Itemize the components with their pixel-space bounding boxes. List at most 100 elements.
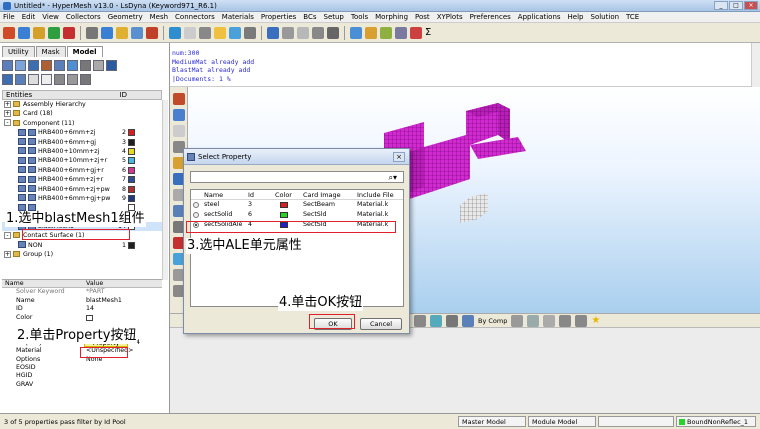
menu-item-19[interactable]: TCE xyxy=(626,12,639,22)
expand-toggle-icon[interactable]: + xyxy=(4,250,11,258)
tab-model[interactable]: Model xyxy=(66,46,103,57)
shaded-icon[interactable] xyxy=(430,314,442,327)
component-visibility-icon[interactable] xyxy=(28,194,36,202)
menu-item-0[interactable]: File xyxy=(3,12,15,22)
view-options-icon[interactable] xyxy=(543,314,556,327)
toolbar-button-icon[interactable] xyxy=(267,26,279,39)
toolbar-button-icon[interactable] xyxy=(297,26,309,39)
tree-row[interactable]: NON 1 xyxy=(2,241,162,250)
toolbar-button-icon[interactable] xyxy=(169,26,181,39)
menu-item-16[interactable]: Applications xyxy=(518,12,561,22)
star-icon[interactable]: ★ xyxy=(591,315,600,327)
toolbar-button-icon[interactable] xyxy=(380,26,392,39)
menu-item-14[interactable]: XYPlots xyxy=(437,12,463,22)
col-name[interactable]: Name xyxy=(204,190,223,200)
toolbar-button-icon[interactable] xyxy=(350,26,362,39)
cancel-button[interactable]: Cancel xyxy=(360,318,402,330)
browser-view-icon[interactable] xyxy=(54,73,65,85)
component-visibility-icon[interactable] xyxy=(28,175,36,183)
tree-row[interactable]: HRB400+10mm+zj 4 xyxy=(2,147,162,156)
minimize-button[interactable]: _ xyxy=(714,1,728,10)
color-swatch[interactable] xyxy=(128,147,135,155)
menu-item-13[interactable]: Post xyxy=(415,12,430,22)
color-swatch[interactable] xyxy=(128,194,135,202)
sum-icon[interactable]: Σ xyxy=(425,27,431,39)
browser-tool-icon[interactable] xyxy=(15,59,26,71)
display-mode-icon[interactable] xyxy=(414,314,426,327)
tree-row[interactable]: HRB400+6mm+zj+r 7 xyxy=(2,175,162,184)
toolbar-button-icon[interactable] xyxy=(199,26,211,39)
transparency-icon[interactable] xyxy=(527,314,540,327)
tree-scrollbar[interactable] xyxy=(162,100,168,280)
toolbar-button-icon[interactable] xyxy=(395,26,407,39)
color-swatch[interactable] xyxy=(128,138,135,146)
toolbar-button-icon[interactable] xyxy=(146,26,158,39)
toolbar-button-icon[interactable] xyxy=(63,26,75,39)
toolbar-button-icon[interactable] xyxy=(3,26,15,39)
browser-tool-icon[interactable] xyxy=(93,59,104,71)
menu-item-6[interactable]: Connectors xyxy=(175,12,215,22)
col-color[interactable]: Color xyxy=(275,190,292,200)
property-value[interactable]: blastMesh1 xyxy=(86,297,122,305)
row-radio[interactable] xyxy=(193,212,199,218)
browser-tool-icon[interactable] xyxy=(2,59,13,71)
browser-view-icon[interactable] xyxy=(28,73,39,85)
tree-row[interactable]: HRB400+6mm+gj+pw 9 xyxy=(2,194,162,203)
col-card-image[interactable]: Card Image xyxy=(303,190,341,200)
tree-row[interactable]: HRB400+6mm+gj 3 xyxy=(2,138,162,147)
toolbar-button-icon[interactable] xyxy=(244,26,256,39)
col-id[interactable]: Id xyxy=(248,190,254,200)
color-swatch[interactable] xyxy=(128,166,135,174)
menu-item-3[interactable]: Collectors xyxy=(66,12,101,22)
component-visibility-icon[interactable] xyxy=(28,156,36,164)
color-by-dropdown[interactable]: By Comp xyxy=(478,317,507,325)
toolbar-button-icon[interactable] xyxy=(184,26,196,39)
browser-view-icon[interactable] xyxy=(67,73,78,85)
browser-tool-icon[interactable] xyxy=(41,59,52,71)
tree-row[interactable]: + Assembly Hierarchy xyxy=(2,100,162,109)
tree-row[interactable]: HRB400+10mm+zj+r 5 xyxy=(2,156,162,165)
browser-view-icon[interactable] xyxy=(15,73,26,85)
expand-toggle-icon[interactable]: - xyxy=(4,119,11,127)
color-swatch[interactable] xyxy=(128,157,135,165)
browser-tool-icon[interactable] xyxy=(67,59,78,71)
toolbar-button-icon[interactable] xyxy=(282,26,294,39)
side-tool-icon[interactable] xyxy=(173,125,185,137)
menu-item-4[interactable]: Geometry xyxy=(108,12,143,22)
browser-view-icon[interactable] xyxy=(2,73,13,85)
clip-icon[interactable] xyxy=(575,314,588,327)
current-collector-field[interactable]: BoundNonReflec_1 xyxy=(676,416,756,427)
toolbar-button-icon[interactable] xyxy=(214,26,226,39)
toolbar-button-icon[interactable] xyxy=(86,26,98,39)
tree-row[interactable]: + Card (18) xyxy=(2,109,162,118)
search-icon[interactable]: ⌕▾ xyxy=(389,173,398,182)
close-button[interactable]: × xyxy=(744,1,758,10)
color-swatch[interactable] xyxy=(128,129,135,137)
tree-row[interactable]: HRB400+6mm+zj 2 xyxy=(2,128,162,137)
browser-view-icon[interactable] xyxy=(41,73,52,85)
tree-row[interactable]: HRB400+6mm+zj+pw 8 xyxy=(2,185,162,194)
menu-item-1[interactable]: Edit xyxy=(22,12,36,22)
color-mode-icon[interactable] xyxy=(462,314,474,327)
menu-item-15[interactable]: Preferences xyxy=(470,12,511,22)
menu-item-9[interactable]: BCs xyxy=(303,12,316,22)
dialog-close-button[interactable]: × xyxy=(393,152,405,162)
tab-mask[interactable]: Mask xyxy=(35,46,66,57)
side-tool-icon[interactable] xyxy=(173,109,185,121)
toolbar-button-icon[interactable] xyxy=(101,26,113,39)
toolbar-button-icon[interactable] xyxy=(312,26,324,39)
color-swatch[interactable] xyxy=(128,241,135,249)
tree-row[interactable]: - Component (11) xyxy=(2,119,162,128)
toolbar-button-icon[interactable] xyxy=(365,26,377,39)
toolbar-button-icon[interactable] xyxy=(229,26,241,39)
color-swatch[interactable] xyxy=(128,185,135,193)
property-list-row[interactable]: sectSolid 6 SectSld Material.k xyxy=(191,210,403,220)
maximize-button[interactable]: □ xyxy=(729,1,743,10)
expand-toggle-icon[interactable]: + xyxy=(4,100,11,108)
toolbar-button-icon[interactable] xyxy=(410,26,422,39)
dialog-search-input[interactable]: ⌕▾ xyxy=(190,171,404,183)
expand-toggle-icon[interactable]: - xyxy=(4,231,11,239)
row-radio[interactable] xyxy=(193,202,199,208)
property-list-row[interactable]: steel 3 SectBeam Material.k xyxy=(191,200,403,210)
side-tool-icon[interactable] xyxy=(173,93,185,105)
